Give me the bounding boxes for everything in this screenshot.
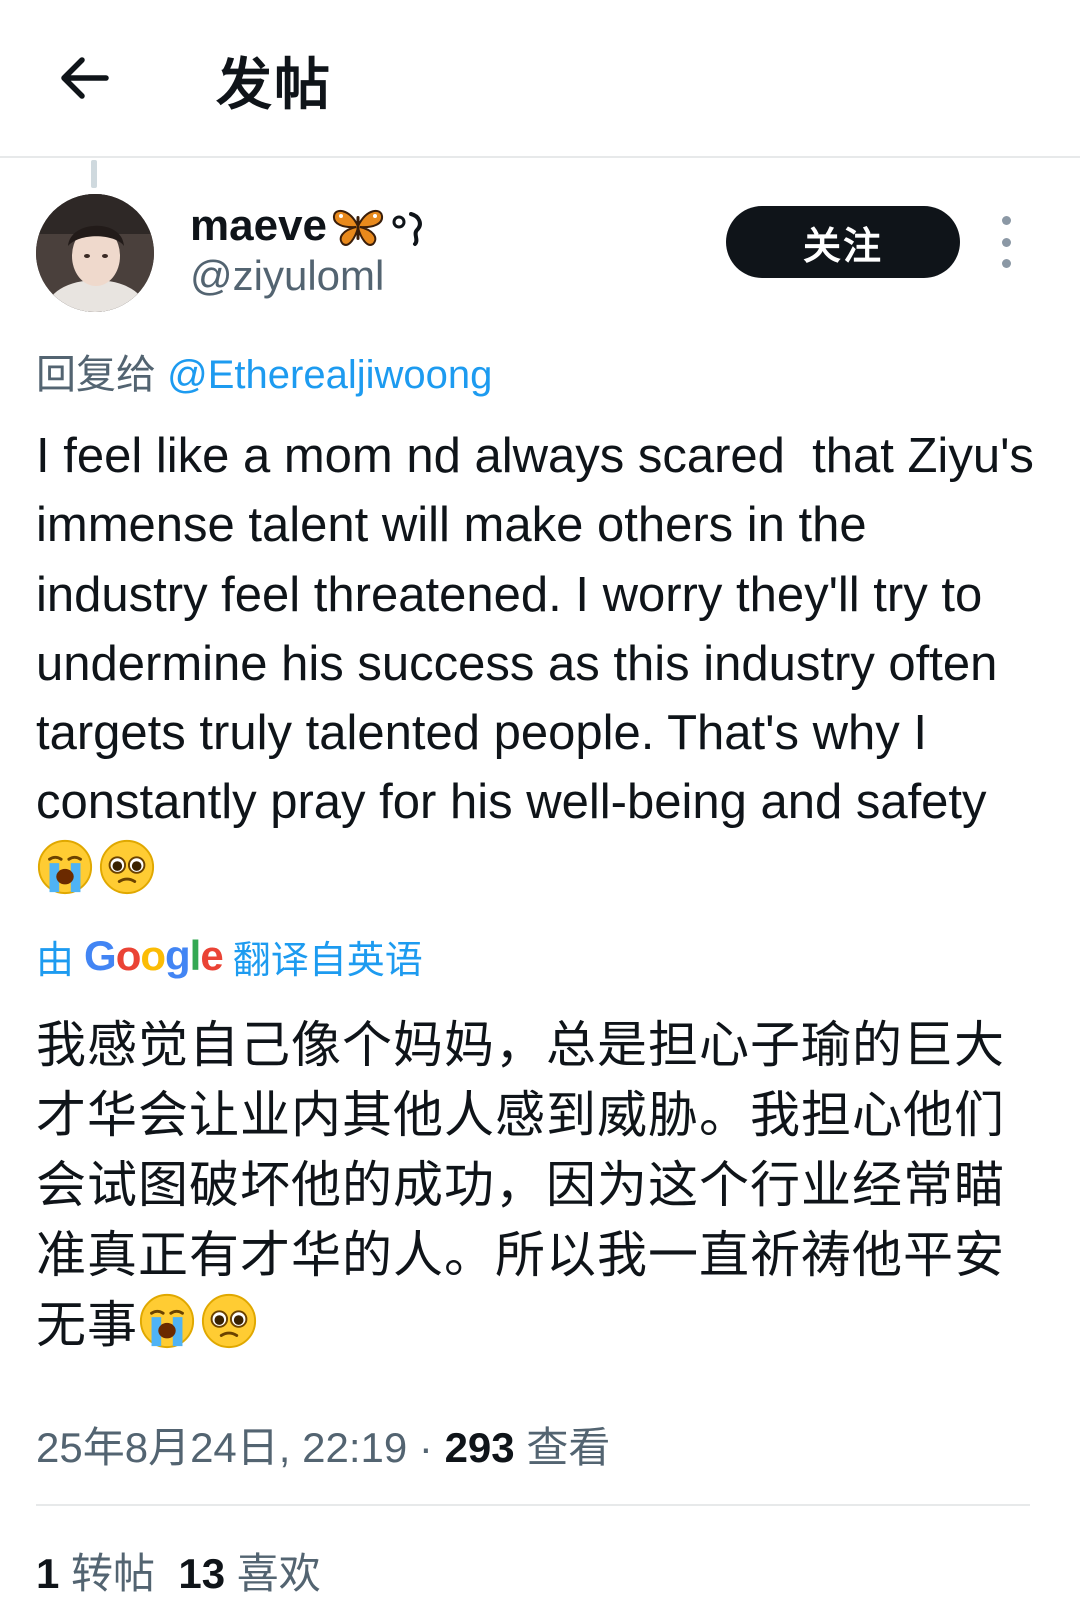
views-count: 293	[444, 1424, 515, 1471]
pleading-face-icon	[99, 839, 155, 894]
translation-attribution[interactable]: 由 Google 翻译自英语	[36, 928, 423, 984]
reply-to-line: 回复给 @Etherealjiwoong	[36, 342, 492, 400]
arrow-left-icon	[61, 57, 109, 99]
loudly-crying-face-icon	[37, 839, 93, 894]
avatar[interactable]	[36, 194, 154, 312]
sparkle-decoration-icon	[392, 212, 422, 246]
reposts-label[interactable]: 转帖	[71, 1550, 155, 1597]
translation-suffix: 翻译自英语	[232, 939, 423, 982]
tweet-text-content: I feel like a mom nd always scared that …	[36, 429, 1048, 830]
translation-prefix: 由	[36, 939, 75, 982]
loudly-crying-face-icon	[139, 1293, 195, 1349]
author-handle[interactable]: @ziyuloml	[190, 252, 384, 300]
more-dot-icon	[1001, 216, 1011, 225]
display-name-text: maeve	[190, 201, 328, 250]
top-bar: 发帖	[0, 0, 1080, 158]
tweet-timestamp[interactable]: 25年8月24日, 22:19	[36, 1424, 407, 1471]
likes-count[interactable]: 13	[178, 1550, 225, 1597]
back-button[interactable]	[50, 44, 118, 112]
page-title: 发帖	[216, 53, 332, 116]
follow-button[interactable]: 关注	[726, 206, 960, 278]
google-logo: Google	[84, 932, 224, 979]
more-options-button[interactable]	[986, 216, 1026, 268]
more-dot-icon	[1001, 237, 1011, 247]
tweet-meta: 25年8月24日, 22:19 · 293 查看	[36, 1414, 610, 1475]
likes-label[interactable]: 喜欢	[237, 1550, 321, 1597]
views-label: 查看	[526, 1424, 611, 1471]
translated-text: 我感觉自己像个妈妈，总是担心子瑜的巨大才华会让业内其他人感到威胁。我担心他们会试…	[36, 1010, 1046, 1360]
more-dot-icon	[1001, 259, 1011, 268]
tweet-text: I feel like a mom nd always scared that …	[36, 422, 1036, 907]
thread-connector-line	[91, 160, 97, 188]
reposts-count[interactable]: 1	[36, 1550, 59, 1597]
reply-target-link[interactable]: @Etherealjiwoong	[167, 353, 492, 397]
butterfly-icon	[333, 209, 384, 246]
meta-separator: ·	[407, 1424, 445, 1471]
pleading-face-icon	[201, 1293, 257, 1349]
tweet-stats: 1 转帖 13 喜欢	[36, 1540, 321, 1601]
avatar-image	[36, 194, 154, 312]
display-name[interactable]: maeve	[190, 196, 429, 256]
reply-prefix: 回复给	[36, 353, 156, 397]
divider	[36, 1504, 1030, 1506]
